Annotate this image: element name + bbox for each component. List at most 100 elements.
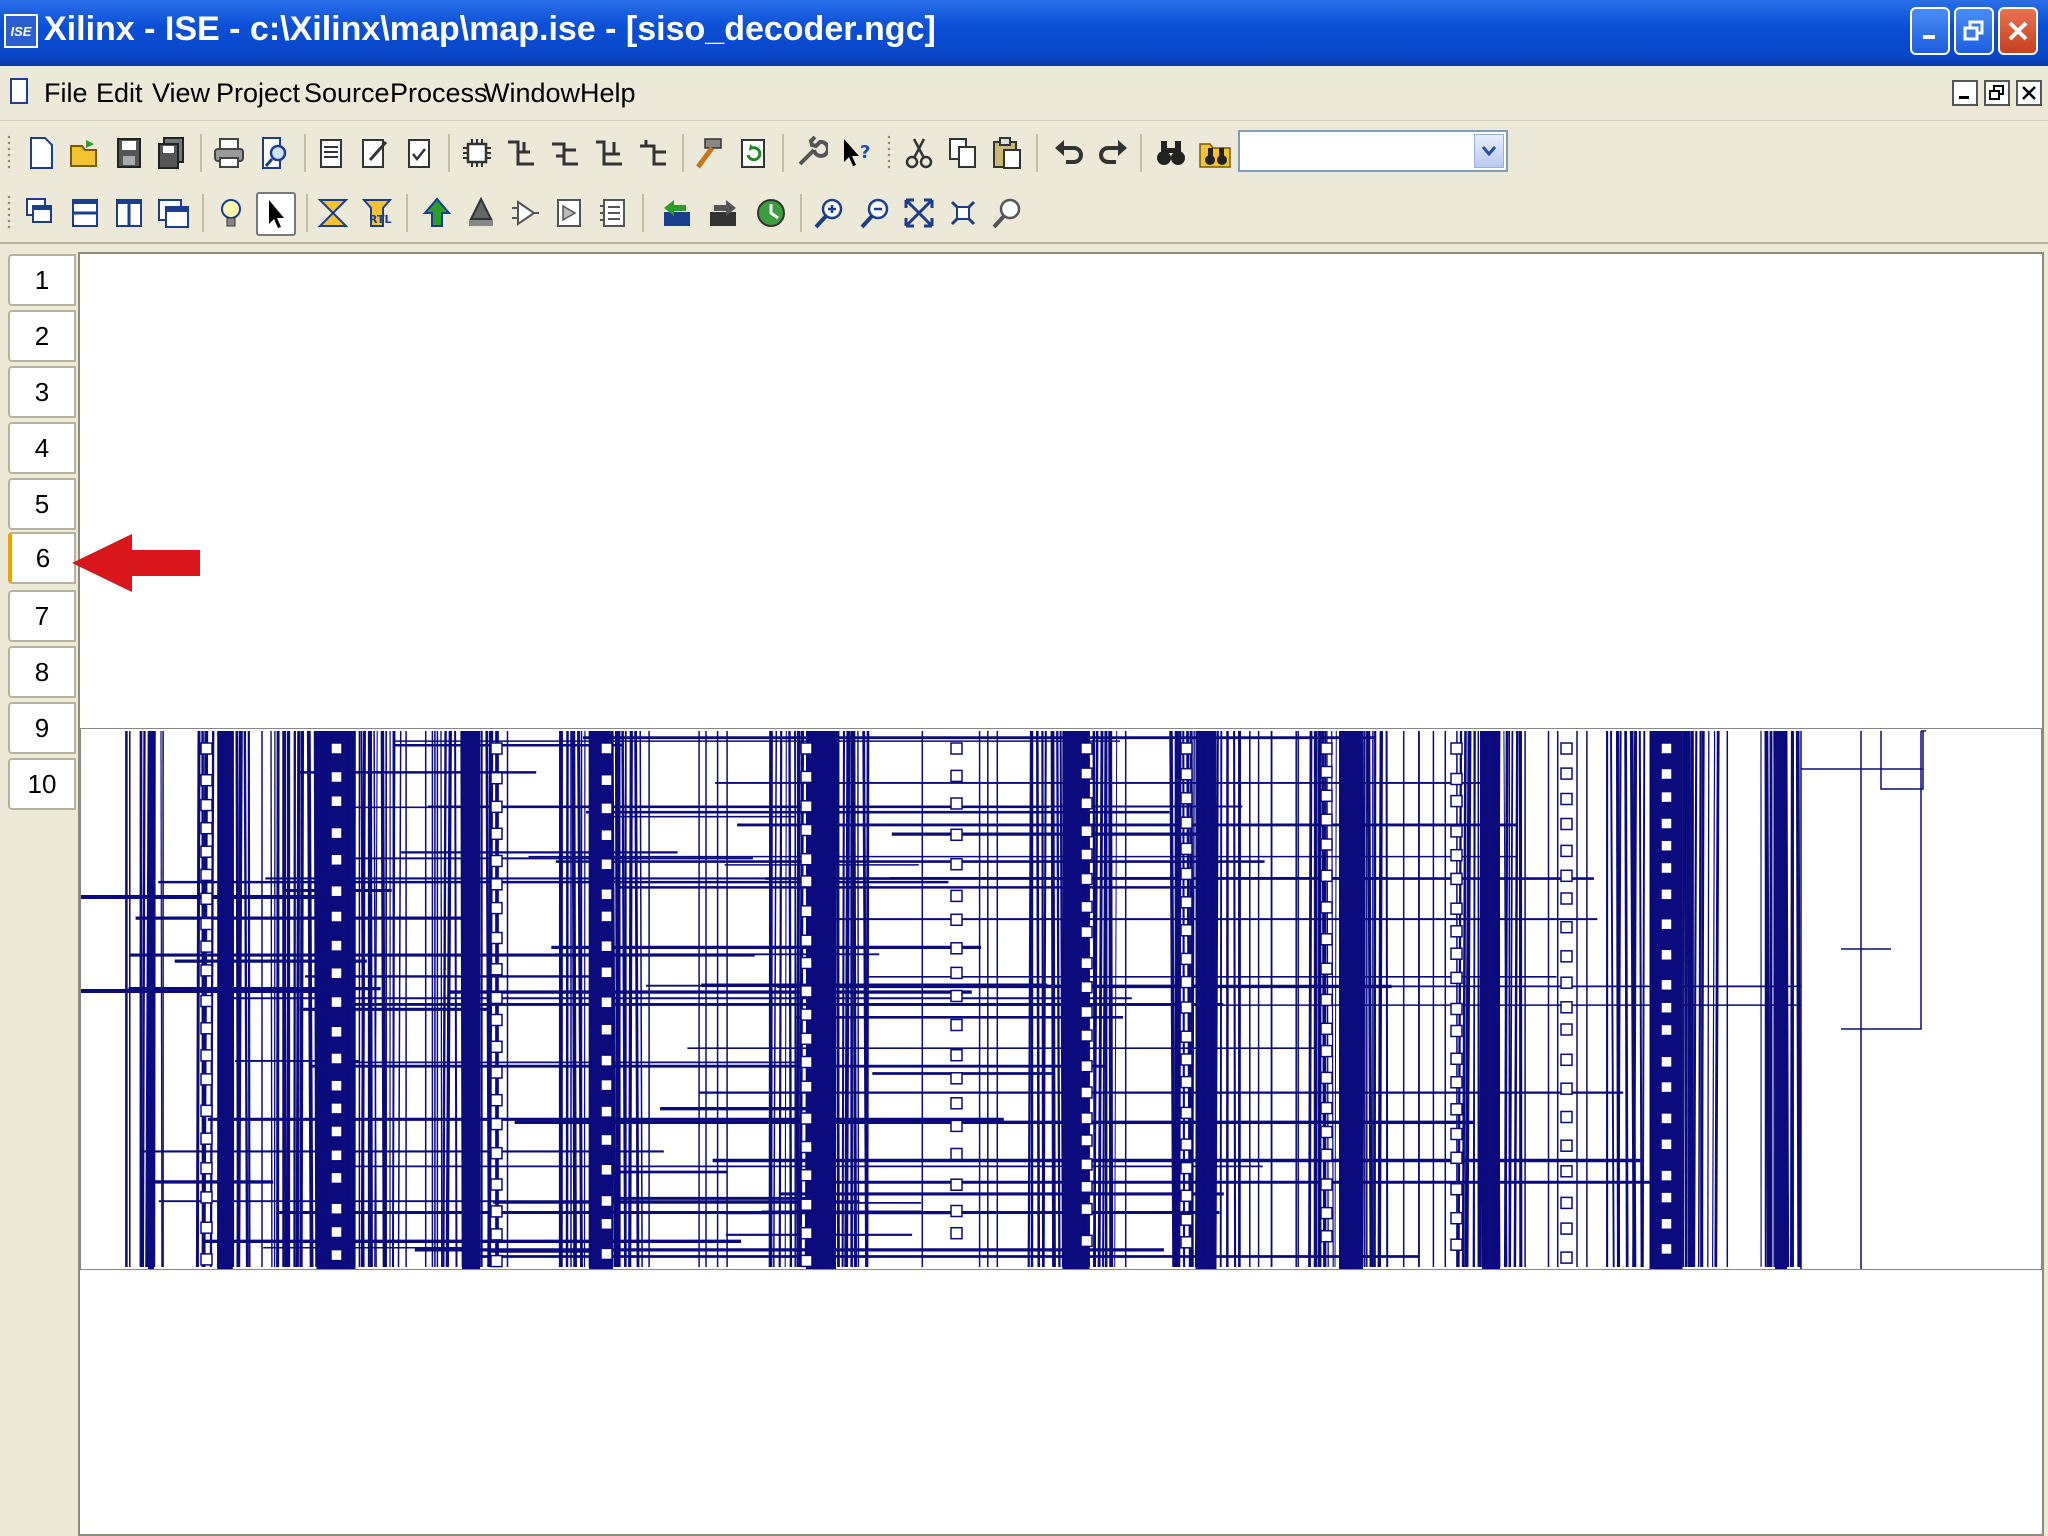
ise-logo-icon: ISE — [4, 14, 38, 48]
hammer-icon[interactable] — [690, 134, 728, 172]
help-pointer-icon[interactable]: ? — [836, 134, 874, 172]
toolbar-separator — [448, 134, 450, 172]
print-preview-icon[interactable] — [256, 134, 294, 172]
toolbar-schematic: RTL — [0, 184, 2048, 244]
refresh-icon[interactable] — [734, 134, 772, 172]
symbol-icon[interactable] — [458, 134, 496, 172]
menu-view[interactable]: View — [152, 78, 210, 109]
menu-help[interactable]: Help — [580, 78, 636, 109]
close-button[interactable] — [1998, 7, 2038, 55]
zoom-select-icon[interactable] — [988, 194, 1026, 232]
toolbar-separator — [782, 134, 784, 172]
cut-icon[interactable] — [900, 134, 938, 172]
svg-text:RTL: RTL — [369, 213, 392, 226]
search-combo[interactable] — [1238, 130, 1508, 172]
sheet-tab-2[interactable]: 2 — [8, 310, 76, 362]
mdi-restore-button[interactable] — [1984, 80, 2010, 106]
menu-edit[interactable]: Edit — [96, 78, 143, 109]
close-icon — [2008, 21, 2028, 41]
minimize-icon — [1959, 96, 1969, 99]
net-icon-3[interactable] — [590, 134, 628, 172]
schematic-netlist[interactable] — [80, 728, 2042, 1270]
search-combo-button[interactable] — [1474, 134, 1504, 168]
collapse-icon[interactable] — [550, 194, 588, 232]
save-icon[interactable] — [110, 134, 148, 172]
push-up-icon[interactable] — [418, 194, 456, 232]
toolbar-grip[interactable] — [886, 134, 892, 172]
check-icon[interactable] — [400, 134, 438, 172]
cascade-windows-icon[interactable] — [22, 194, 60, 232]
zoom-fit-icon[interactable] — [944, 194, 982, 232]
menu-window[interactable]: Window — [484, 78, 580, 109]
edit-source-icon[interactable] — [356, 134, 394, 172]
toolbar-grip[interactable] — [6, 134, 12, 172]
toolbar-separator — [800, 194, 802, 232]
toolbar-standard: ? — [0, 124, 2048, 182]
undo-icon[interactable] — [1050, 134, 1088, 172]
zoom-out-icon[interactable] — [856, 194, 894, 232]
new-source-icon[interactable] — [312, 134, 350, 172]
restore-icon — [1963, 20, 1984, 41]
menu-file[interactable]: File — [44, 78, 88, 109]
globe-icon[interactable] — [752, 194, 790, 232]
menu-project[interactable]: Project — [216, 78, 300, 109]
toolbar-separator — [642, 194, 644, 232]
restore-button[interactable] — [1954, 7, 1994, 55]
back-icon[interactable] — [658, 194, 696, 232]
sheet-tab-9[interactable]: 9 — [8, 702, 76, 754]
sheet-tab-6[interactable]: 6 — [8, 532, 76, 584]
toolbar-grip[interactable] — [6, 194, 12, 232]
toolbar-separator — [1036, 134, 1038, 172]
sheet-tab-3[interactable]: 3 — [8, 366, 76, 418]
open-file-icon[interactable] — [66, 134, 104, 172]
sheet-tab-1[interactable]: 1 — [8, 254, 76, 306]
zoom-in-icon[interactable] — [810, 194, 848, 232]
window-icon[interactable] — [154, 194, 192, 232]
chevron-down-icon — [1481, 146, 1497, 157]
zoom-full-icon[interactable] — [900, 194, 938, 232]
sheet-tab-8[interactable]: 8 — [8, 646, 76, 698]
annotation-arrow-icon — [72, 534, 200, 592]
redo-icon[interactable] — [1094, 134, 1132, 172]
title-bar: ISE Xilinx - ISE - c:\Xilinx\map\map.ise… — [0, 0, 2048, 66]
toolbar-separator — [1140, 134, 1142, 172]
save-all-icon[interactable] — [152, 134, 190, 172]
tile-vertical-icon[interactable] — [110, 194, 148, 232]
timing-icon[interactable] — [314, 194, 352, 232]
net-icon-1[interactable] — [502, 134, 540, 172]
select-tool-icon[interactable] — [256, 192, 296, 236]
print-icon[interactable] — [210, 134, 248, 172]
find-in-files-icon[interactable] — [1196, 134, 1234, 172]
minimize-button[interactable] — [1910, 7, 1950, 55]
menu-source[interactable]: Source — [304, 78, 390, 109]
sheet-tab-10[interactable]: 10 — [8, 758, 76, 810]
rtl-icon[interactable]: RTL — [358, 194, 396, 232]
toolbar-separator — [202, 194, 204, 232]
copy-icon[interactable] — [944, 134, 982, 172]
netlist-wires — [81, 730, 1926, 1269]
mdi-close-button[interactable] — [2016, 80, 2042, 106]
forward-icon[interactable] — [704, 194, 742, 232]
net-icon-4[interactable] — [634, 134, 672, 172]
mdi-minimize-button[interactable] — [1952, 80, 1978, 106]
toolbar-separator — [304, 134, 306, 172]
toolbar-separator — [682, 134, 684, 172]
push-down-icon[interactable] — [462, 194, 500, 232]
menu-process[interactable]: Process — [390, 78, 488, 109]
hint-bulb-icon[interactable] — [212, 194, 250, 232]
tile-horizontal-icon[interactable] — [66, 194, 104, 232]
find-icon[interactable] — [1152, 134, 1190, 172]
net-icon-2[interactable] — [546, 134, 584, 172]
paste-icon[interactable] — [988, 134, 1026, 172]
toolbar-separator — [406, 194, 408, 232]
sheet-tab-5[interactable]: 5 — [8, 478, 76, 530]
wrench-icon[interactable] — [792, 134, 830, 172]
document-icon[interactable] — [10, 78, 28, 104]
minimize-icon — [1923, 35, 1935, 39]
sheet-tab-4[interactable]: 4 — [8, 422, 76, 474]
new-file-icon[interactable] — [22, 134, 60, 172]
expand-icon[interactable] — [506, 194, 544, 232]
hierarchy-icon[interactable] — [594, 194, 632, 232]
sheet-tab-7[interactable]: 7 — [8, 590, 76, 642]
window-title: Xilinx - ISE - c:\Xilinx\map\map.ise - [… — [44, 10, 936, 48]
